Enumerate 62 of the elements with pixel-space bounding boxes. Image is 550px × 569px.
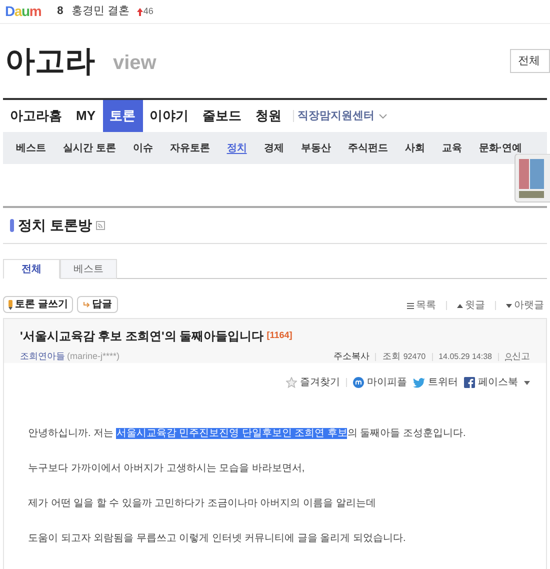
category-link[interactable]: 이슈 <box>132 140 153 156</box>
category-link[interactable]: 부동산 <box>300 140 331 156</box>
nav-tab[interactable]: 토론 <box>102 100 142 132</box>
category-link[interactable]: 베스트 <box>16 140 46 156</box>
trend-keyword[interactable]: 홍경민 결혼 <box>71 3 130 20</box>
views-label: 조회 <box>382 350 400 363</box>
author-name[interactable]: 조희연아들 <box>20 350 65 364</box>
category-link[interactable]: 자유토론 <box>170 140 210 156</box>
prev-post-link[interactable]: 윗글 <box>457 298 485 313</box>
category-link[interactable]: 주식펀드 <box>348 140 388 156</box>
author-id: (marine-j****) <box>67 350 120 363</box>
site-subtitle: view <box>113 51 156 76</box>
body-paragraph: 제가 어떤 일을 할 수 있을까 고민하다가 조금이나마 아버지의 이름을 알리는데 <box>28 497 377 511</box>
category-link[interactable]: 사회 <box>404 140 425 156</box>
pencil-icon <box>8 300 13 310</box>
board-tab[interactable]: 베스트 <box>60 259 117 279</box>
scope-select[interactable]: 전체 <box>510 49 550 73</box>
nav-tab[interactable]: 아고라홈 <box>3 100 69 132</box>
reply-button[interactable]: 답글 <box>76 296 118 313</box>
share-link[interactable]: 즐겨찾기 <box>286 375 340 390</box>
down-triangle-icon <box>506 304 512 308</box>
list-icon <box>407 302 414 308</box>
body-paragraph: 안녕하십니까. 저는 서울시교육감 민주진보진영 단일후보인 조희연 후보의 둘째아들 조성훈입니다. <box>28 427 467 441</box>
next-post-link[interactable]: 아랫글 <box>506 298 544 313</box>
share-link[interactable]: 트위터 <box>413 375 458 390</box>
body-paragraph: 도움이 되고자 외람됨을 무릅쓰고 이렇게 인터넷 커뮤니티에 글을 올리게 되었습니다. <box>28 532 407 546</box>
post-date: 14.05.29 14:38 <box>438 350 492 363</box>
copy-url-link[interactable]: 주소복사 <box>333 350 370 364</box>
reply-arrow-icon <box>82 302 90 308</box>
share-link[interactable]: 페이스북 <box>464 375 518 390</box>
share-link[interactable]: 마이피플 <box>353 375 407 390</box>
category-link[interactable]: 경제 <box>264 140 284 156</box>
mypeople-icon <box>353 377 364 388</box>
write-button[interactable]: 토론 글쓰기 <box>3 296 73 313</box>
trend-change: 46 <box>143 4 154 18</box>
nav-tab[interactable]: 줄보드 <box>196 100 248 132</box>
trend-rank: 8 <box>57 4 64 20</box>
facebook-icon <box>464 377 475 388</box>
category-link[interactable]: 실시간 토론 <box>63 140 116 156</box>
body-paragraph: 누구보다 가까이에서 아버지가 고생하시는 모습을 바라보면서, <box>28 462 306 476</box>
nav-tab[interactable]: 청원 <box>248 100 288 132</box>
bird-icon <box>413 378 425 388</box>
star-icon <box>286 377 297 388</box>
category-link[interactable]: 교육 <box>442 140 462 156</box>
nav-dropdown[interactable]: 직장맘지원센터 <box>298 108 386 124</box>
category-link[interactable]: 문화·연예 <box>478 140 522 156</box>
list-link[interactable]: 목록 <box>407 298 436 313</box>
logo[interactable]: Daum <box>5 1 42 22</box>
up-triangle-icon <box>457 304 463 308</box>
site-title[interactable]: 아고라 <box>5 38 95 84</box>
view-count: 92470 <box>403 350 426 363</box>
category-link[interactable]: 정치 <box>226 140 247 156</box>
post-title: '서울시교육감 후보 조희연'의 둘째아들입니다 <box>20 328 264 345</box>
board-tab[interactable]: 전체 <box>3 259 60 279</box>
nav-tab[interactable]: MY <box>69 100 102 132</box>
nav-tab[interactable]: 이야기 <box>142 100 196 132</box>
board-title: 정치 토론방 <box>18 216 92 235</box>
up-arrow-icon <box>137 8 144 16</box>
person-icon <box>505 352 512 361</box>
report-link[interactable]: 신고 <box>505 350 530 364</box>
chevron-down-icon <box>378 114 386 118</box>
caret-icon[interactable] <box>524 380 530 384</box>
